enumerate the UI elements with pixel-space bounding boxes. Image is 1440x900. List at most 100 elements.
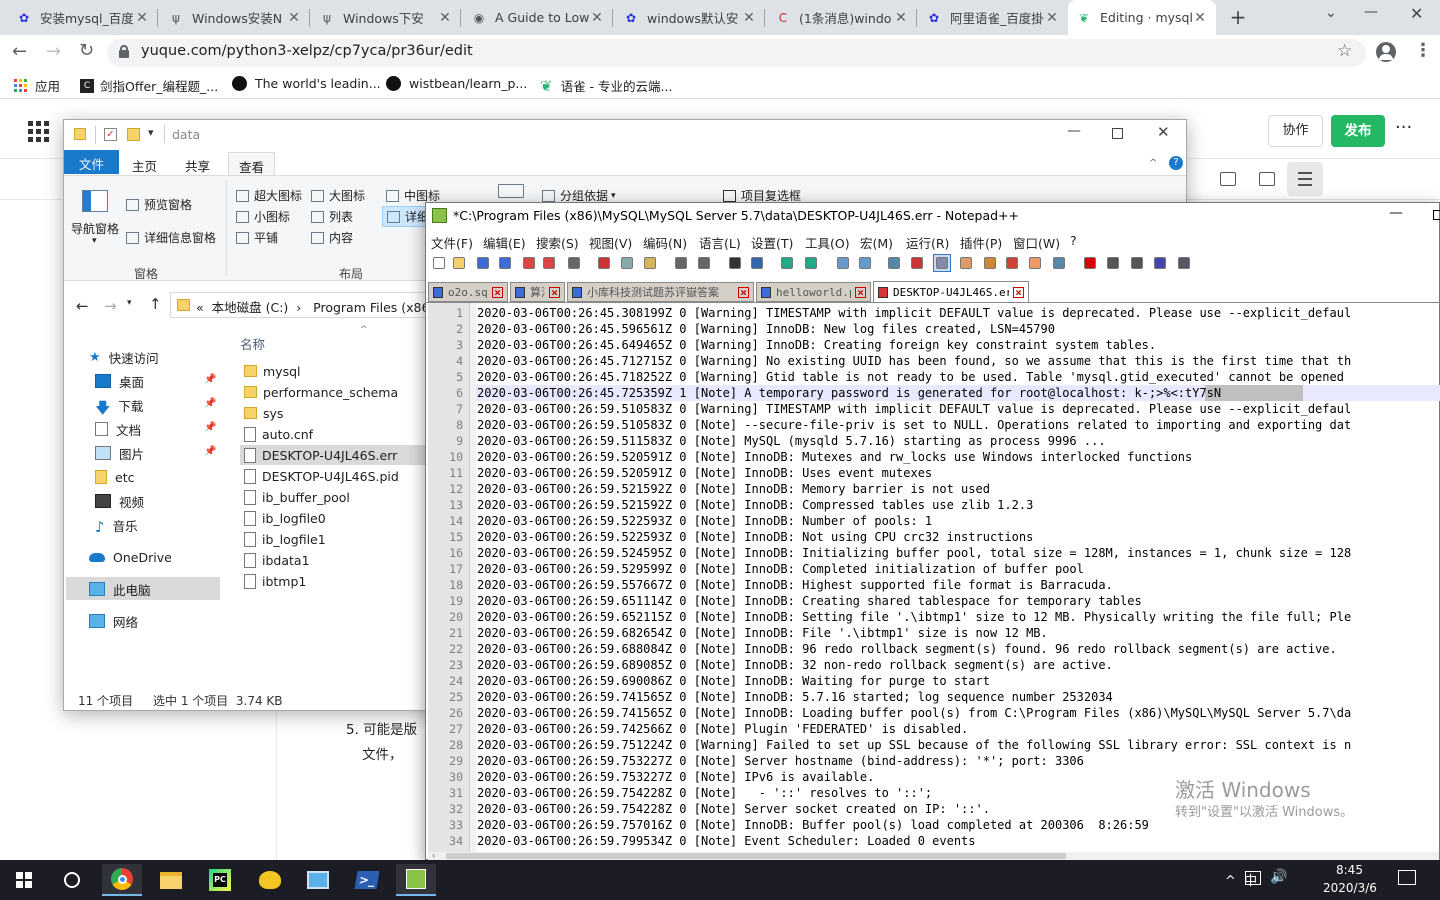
yuque-apps-icon[interactable]	[28, 121, 49, 142]
taskbar-chrome[interactable]	[102, 864, 142, 896]
file-tab[interactable]: 小库科技测试题苏评嶽答案 ×	[567, 282, 754, 302]
nav-pane-button[interactable]: 导航窗格	[71, 220, 119, 237]
nav-pictures[interactable]: 图片	[95, 442, 144, 464]
tab-close-icon[interactable]: ✕	[893, 10, 909, 26]
url-text[interactable]: yuque.com/python3-xelpz/cp7yca/pr36ur/ed…	[141, 43, 473, 59]
menu-item[interactable]: 编码(N)	[643, 233, 687, 252]
menu-item[interactable]: 工具(O)	[805, 233, 850, 252]
explorer-address-bar[interactable]: « 本地磁盘 (C:) › Program Files (x86)	[170, 292, 430, 318]
nav-music[interactable]: ♪ 音乐	[95, 514, 138, 536]
help-icon[interactable]: ?	[1169, 156, 1183, 170]
code-line[interactable]: 2020-03-06T00:26:59.524595Z 0 [Note] Inn…	[477, 545, 1439, 561]
back-arrow-icon[interactable]: ←	[12, 41, 27, 62]
file-list-item[interactable]: DESKTOP-U4JL46S.pid	[240, 466, 430, 486]
open-icon[interactable]	[451, 255, 467, 271]
file-tab[interactable]: 算法 ×	[510, 282, 565, 302]
tab-search-icon[interactable]: ⌄	[1325, 5, 1345, 21]
file-tab[interactable]: o2o.sql ×	[428, 282, 508, 302]
more-options-icon[interactable]: ···	[1395, 117, 1412, 138]
code-line[interactable]: 2020-03-06T00:26:59.742566Z 0 [Note] Plu…	[477, 721, 1439, 737]
browser-tab[interactable]: ✿ windows默认安 ✕	[615, 0, 765, 35]
bookmark-offer[interactable]: C 剑指Offer_编程题_...	[80, 76, 218, 95]
menu-item[interactable]: 编辑(E)	[483, 233, 526, 252]
preview-pane-button[interactable]: 预览窗格	[126, 196, 192, 213]
apps-bookmark[interactable]: 应用	[14, 76, 60, 95]
menu-item[interactable]: 搜索(S)	[536, 233, 579, 252]
code-line[interactable]: 2020-03-06T00:26:45.712715Z 0 [Warning] …	[477, 353, 1439, 369]
code-line[interactable]: 2020-03-06T00:26:59.799534Z 0 [Note] Eve…	[477, 833, 1439, 849]
code-line[interactable]: 2020-03-06T00:26:59.511583Z 0 [Note] MyS…	[477, 433, 1439, 449]
code-line[interactable]: 2020-03-06T00:26:59.520591Z 0 [Note] Inn…	[477, 465, 1439, 481]
save-all-icon[interactable]	[497, 255, 513, 271]
play-macro-icon[interactable]	[1129, 255, 1145, 271]
paste-icon[interactable]	[642, 255, 658, 271]
copy-icon[interactable]	[619, 255, 635, 271]
nav-documents[interactable]: 文档	[95, 418, 141, 440]
code-line[interactable]: 2020-03-06T00:26:59.690086Z 0 [Note] Inn…	[477, 673, 1439, 689]
code-line[interactable]: 2020-03-06T00:26:59.688084Z 0 [Note] Inn…	[477, 641, 1439, 657]
save-icon[interactable]	[475, 255, 491, 271]
run-macro-icon[interactable]	[1152, 255, 1168, 271]
tab-close-icon[interactable]: ✕	[1044, 10, 1060, 26]
nav-videos[interactable]: 视频	[95, 490, 144, 512]
undo-icon[interactable]	[673, 255, 689, 271]
clock-time[interactable]: 8:45	[1336, 863, 1363, 877]
code-line[interactable]: 2020-03-06T00:26:45.718252Z 0 [Warning] …	[477, 369, 1439, 385]
taskbar-network-app[interactable]	[298, 864, 338, 896]
maximize-icon[interactable]	[1112, 128, 1123, 139]
code-line[interactable]: 2020-03-06T00:26:59.689085Z 0 [Note] Inn…	[477, 657, 1439, 673]
cut-icon[interactable]	[596, 255, 612, 271]
code-line[interactable]: 2020-03-06T00:26:59.753227Z 0 [Note] Ser…	[477, 753, 1439, 769]
back-arrow-icon[interactable]: ←	[76, 297, 89, 315]
new-file-icon[interactable]	[431, 255, 447, 271]
nav-this-pc[interactable]: 此电脑	[89, 578, 151, 600]
zoom-in-icon[interactable]	[779, 255, 795, 271]
code-line[interactable]: 2020-03-06T00:26:59.521592Z 0 [Note] Inn…	[477, 481, 1439, 497]
forward-arrow-icon[interactable]: →	[104, 297, 117, 315]
taskbar-file-explorer[interactable]	[151, 864, 191, 896]
layout-large[interactable]: 大图标	[311, 187, 365, 204]
code-line[interactable]: 2020-03-06T00:26:59.751224Z 0 [Warning] …	[477, 737, 1439, 753]
taskbar-notepadpp[interactable]	[396, 864, 436, 896]
bookmark-star-icon[interactable]: ☆	[1337, 41, 1352, 61]
browser-tab[interactable]: ψ Windows安装N ✕	[160, 0, 310, 35]
layout-tiles[interactable]: 平铺	[236, 229, 278, 246]
details-pane-button[interactable]: 详细信息窗格	[126, 229, 216, 246]
code-line[interactable]: 2020-03-06T00:26:59.529599Z 0 [Note] Inn…	[477, 561, 1439, 577]
pin-icon[interactable]: 📌	[204, 422, 216, 433]
recent-dropdown-icon[interactable]: ▾	[127, 298, 132, 308]
collapse-ribbon-icon[interactable]: ^	[1149, 158, 1157, 169]
menu-item[interactable]: 窗口(W)	[1013, 233, 1060, 252]
ribbon-tab-view[interactable]: 查看	[228, 152, 276, 176]
menu-item[interactable]: 运行(R)	[906, 233, 949, 252]
close-icon[interactable]	[521, 255, 537, 271]
tab-close-icon[interactable]: ×	[1013, 287, 1024, 298]
layout-list[interactable]: 列表	[311, 208, 353, 225]
code-line[interactable]: 2020-03-06T00:26:59.522593Z 0 [Note] Inn…	[477, 513, 1439, 529]
layout-small[interactable]: 小图标	[236, 208, 290, 225]
replace-icon[interactable]	[749, 255, 765, 271]
scrollbar-thumb[interactable]	[446, 853, 1066, 859]
ribbon-tab-home[interactable]: 主页	[122, 152, 167, 176]
bookmark-yuque[interactable]: ❦ 语雀 - 专业的云端...	[540, 76, 672, 95]
tab-close-icon[interactable]: ✕	[1192, 10, 1208, 26]
pin-icon[interactable]: 📌	[204, 446, 216, 457]
code-line[interactable]: 2020-03-06T00:26:59.651114Z 0 [Note] Inn…	[477, 593, 1439, 609]
image-icon[interactable]	[1259, 172, 1275, 186]
toc-toggle-button[interactable]	[1287, 162, 1323, 196]
close-all-icon[interactable]	[541, 255, 557, 271]
new-folder-icon[interactable]	[127, 128, 140, 141]
redo-icon[interactable]	[696, 255, 712, 271]
file-tab[interactable]: helloworld.py ×	[756, 282, 871, 302]
file-list-item[interactable]: ibdata1	[240, 550, 430, 570]
taskbar-powershell[interactable]: >_	[347, 864, 387, 896]
taskbar-pycharm[interactable]: PC	[200, 864, 240, 896]
address-segment[interactable]: 本地磁盘 (C:)	[212, 300, 289, 315]
layout-content[interactable]: 内容	[311, 229, 353, 246]
reload-icon[interactable]: ↻	[79, 40, 94, 61]
folder-workspace-icon[interactable]	[1027, 255, 1043, 271]
address-segment[interactable]: Program Files (x86)	[313, 300, 429, 315]
indent-guide-icon[interactable]	[933, 254, 951, 272]
code-line[interactable]: 2020-03-06T00:26:59.741565Z 0 [Note] Inn…	[477, 689, 1439, 705]
print-icon[interactable]	[566, 255, 582, 271]
